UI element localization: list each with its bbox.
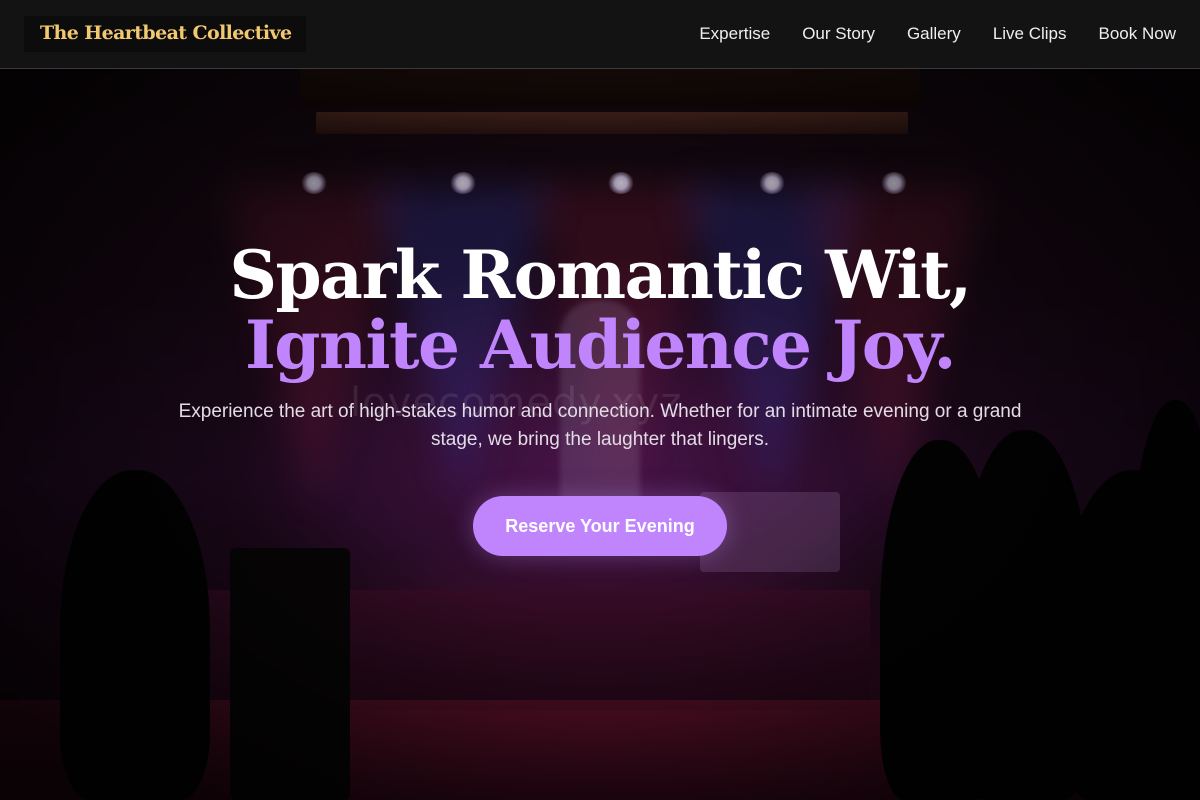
hero-headline: Spark Romantic Wit, Ignite Audience Joy. — [229, 236, 972, 384]
watermark-text: lovecomedy.xyz — [350, 380, 683, 426]
nav-link-book-now[interactable]: Book Now — [1099, 24, 1176, 44]
site-header: The Heartbeat Collective Expertise Our S… — [0, 0, 1200, 69]
headline-line-2: Ignite Audience Joy. — [244, 306, 957, 384]
brand-logo[interactable]: The Heartbeat Collective — [24, 16, 307, 52]
nav-link-gallery[interactable]: Gallery — [907, 24, 961, 44]
headline-line-1: Spark Romantic Wit, — [229, 236, 972, 314]
nav-link-our-story[interactable]: Our Story — [802, 24, 875, 44]
nav-link-expertise[interactable]: Expertise — [699, 24, 770, 44]
hero-section: lovecomedy.xyz Spark Romantic Wit, Ignit… — [0, 69, 1200, 800]
reserve-evening-button[interactable]: Reserve Your Evening — [473, 496, 727, 556]
nav-link-live-clips[interactable]: Live Clips — [993, 24, 1067, 44]
main-nav: Expertise Our Story Gallery Live Clips B… — [699, 24, 1176, 44]
